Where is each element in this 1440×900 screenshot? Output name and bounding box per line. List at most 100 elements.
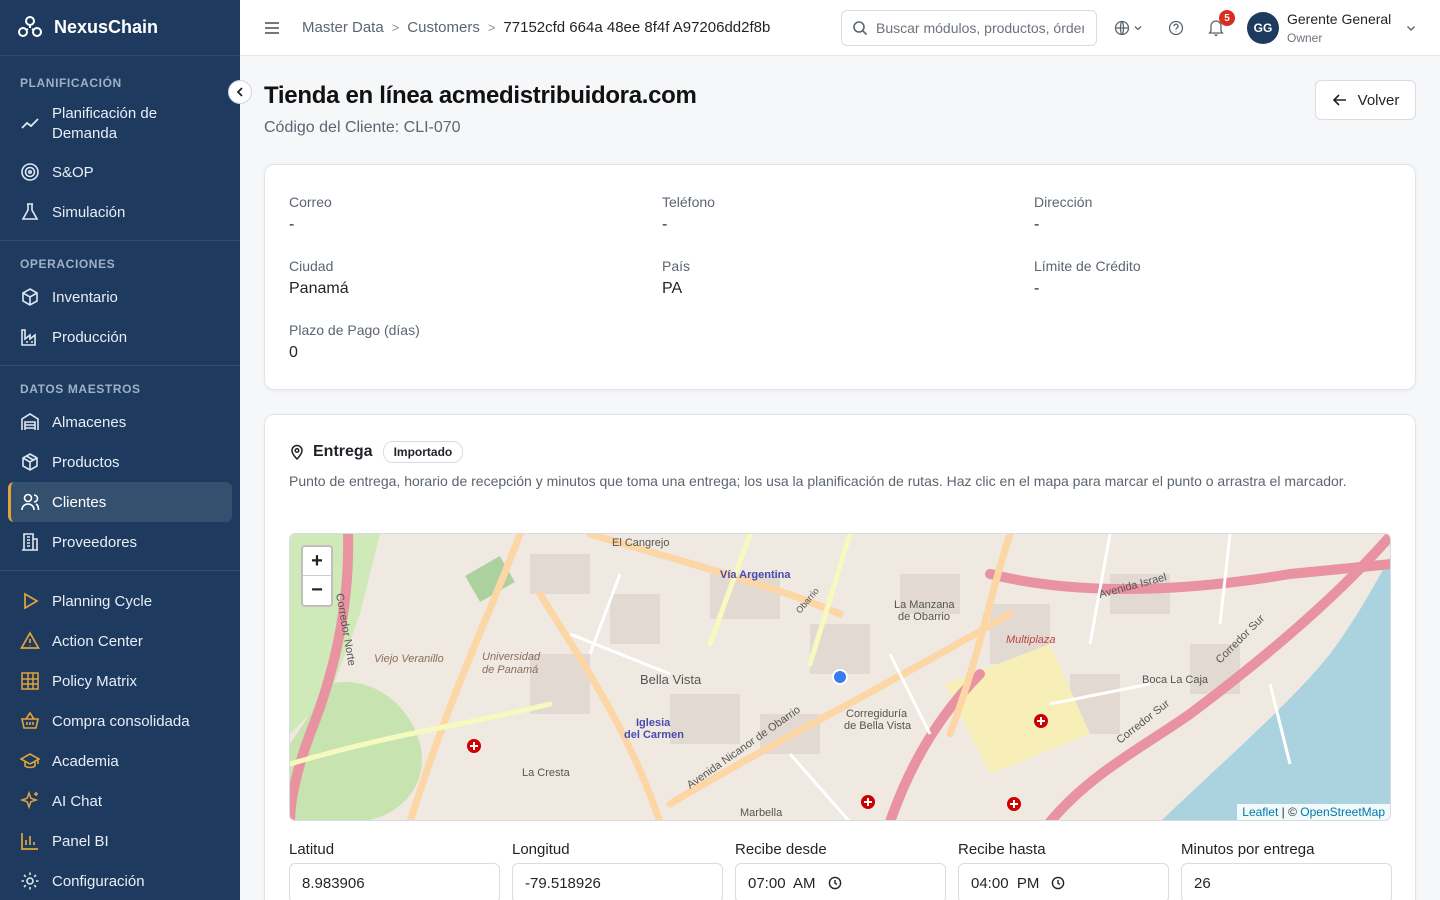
latitude-field: Latitud	[289, 841, 500, 900]
sidebar-item-planificacion-demanda[interactable]: Planificación de Demanda	[8, 96, 232, 152]
field-email: Correo -	[289, 194, 332, 234]
field-city: Ciudad Panamá	[289, 258, 349, 298]
factory-icon	[21, 329, 36, 346]
field-label: País	[662, 258, 691, 274]
user-name[interactable]: Gerente General	[1287, 11, 1391, 27]
latitude-input[interactable]	[302, 874, 442, 892]
field-label: Correo	[289, 194, 332, 210]
topbar: Master Data > Customers > 77152cfd 664a …	[240, 0, 1440, 56]
target-icon	[21, 163, 39, 181]
chevron-down-icon[interactable]	[1405, 22, 1417, 34]
sidebar-item-panel-bi[interactable]: Panel BI	[8, 821, 232, 861]
chevron-down-icon[interactable]	[1134, 24, 1142, 32]
back-button[interactable]: Volver	[1315, 80, 1416, 120]
sidebar-item-compra-consolidada[interactable]: Compra consolidada	[8, 701, 232, 741]
sidebar-item-clientes[interactable]: Clientes	[8, 482, 232, 522]
sidebar-item-policy-matrix[interactable]: Policy Matrix	[8, 661, 232, 701]
play-icon	[24, 592, 39, 610]
sidebar-item-ai-chat[interactable]: AI Chat	[8, 781, 232, 821]
avatar[interactable]: GG	[1247, 12, 1279, 44]
sidebar-item-label: AI Chat	[52, 792, 103, 810]
map-label: El Cangrejo	[612, 537, 669, 549]
sidebar: NexusChain PLANIFICACIÓN Planificación d…	[0, 0, 240, 900]
clock-icon[interactable]	[1051, 876, 1065, 890]
sidebar-item-simulacion[interactable]: Simulación	[8, 192, 232, 232]
sidebar-item-sop[interactable]: S&OP	[8, 152, 232, 192]
package-icon	[22, 288, 38, 306]
sidebar-item-label: Action Center	[52, 632, 143, 650]
sidebar-item-label: Productos	[52, 453, 120, 471]
delivery-card: Entrega Importado Punto de entrega, hora…	[264, 414, 1416, 900]
delivery-marker[interactable]	[832, 669, 848, 685]
form-label: Latitud	[289, 841, 335, 858]
sidebar-item-productos[interactable]: Productos	[8, 442, 232, 482]
time-value[interactable]: 04:00 PM	[971, 875, 1039, 892]
logo-icon	[18, 15, 42, 37]
map-label: de Obarrio	[898, 611, 950, 623]
minutes-input[interactable]	[1194, 874, 1334, 892]
sidebar-item-label: S&OP	[52, 163, 94, 181]
minutes-input-box[interactable]	[1181, 863, 1392, 900]
clock-icon[interactable]	[828, 876, 842, 890]
breadcrumb-customers[interactable]: Customers	[407, 19, 480, 36]
sidebar-item-proveedores[interactable]: Proveedores	[8, 522, 232, 562]
brand[interactable]: NexusChain	[0, 0, 240, 56]
breadcrumb-master-data[interactable]: Master Data	[302, 19, 384, 36]
sparkles-icon	[20, 791, 39, 810]
leaflet-link[interactable]: Leaflet	[1242, 805, 1278, 819]
sidebar-item-produccion[interactable]: Producción	[8, 317, 232, 357]
breadcrumb-current: 77152cfd 664a 48ee 8f4f A97206dd2f8b	[503, 19, 771, 36]
field-value: -	[1034, 216, 1040, 233]
sidebar-item-planning-cycle[interactable]: Planning Cycle	[8, 581, 232, 621]
time-value[interactable]: 07:00 AM	[748, 875, 816, 892]
longitude-input-box[interactable]	[512, 863, 723, 900]
map-label: Corregiduría	[846, 708, 908, 720]
menu-icon[interactable]	[262, 18, 282, 38]
breadcrumb: Master Data > Customers > 77152cfd 664a …	[302, 19, 770, 36]
field-value: -	[662, 216, 668, 233]
map-tiles[interactable]: El Cangrejo Bella Vista Universidad de P…	[290, 534, 1391, 821]
search-box[interactable]	[841, 10, 1097, 46]
longitude-input[interactable]	[525, 874, 665, 892]
sidebar-item-label: Almacenes	[52, 413, 127, 431]
field-label: Plazo de Pago (días)	[289, 322, 420, 338]
section-tools: Planning Cycle Action Center Policy Matr…	[0, 571, 240, 900]
trend-icon	[21, 118, 39, 129]
delivery-description: Punto de entrega, horario de recepción y…	[289, 473, 1347, 489]
latitude-input-box[interactable]	[289, 863, 500, 900]
receive-until-input[interactable]: 04:00 PM	[958, 863, 1169, 900]
map-label: Boca La Caja	[1142, 674, 1209, 686]
sidebar-item-label: Inventario	[52, 288, 118, 306]
section-heading: PLANIFICACIÓN	[20, 76, 122, 90]
zoom-out-button[interactable]: −	[303, 576, 331, 605]
delivery-title: Entrega	[313, 443, 373, 460]
sidebar-item-label: Simulación	[52, 203, 126, 221]
sidebar-item-label: Configuración	[52, 872, 145, 890]
collapse-sidebar-button[interactable]	[228, 80, 252, 104]
sidebar-item-label: Producción	[52, 328, 128, 346]
sidebar-item-action-center[interactable]: Action Center	[8, 621, 232, 661]
delivery-map[interactable]: El Cangrejo Bella Vista Universidad de P…	[289, 533, 1391, 821]
sidebar-item-label: Policy Matrix	[52, 672, 138, 690]
sidebar-item-academia[interactable]: Academia	[8, 741, 232, 781]
bar-chart-icon	[21, 833, 38, 850]
map-label: La Cresta	[522, 767, 571, 779]
form-label: Recibe desde	[735, 841, 827, 858]
sidebar-item-almacenes[interactable]: Almacenes	[8, 402, 232, 442]
globe-icon[interactable]	[1114, 20, 1130, 36]
receive-from-input[interactable]: 07:00 AM	[735, 863, 946, 900]
breadcrumb-separator-icon: >	[487, 20, 496, 35]
help-icon[interactable]	[1168, 20, 1184, 36]
building-icon	[22, 533, 38, 551]
zoom-in-button[interactable]: +	[303, 547, 331, 576]
field-address: Dirección -	[1034, 194, 1092, 234]
search-input[interactable]	[876, 20, 1084, 36]
sidebar-item-configuracion[interactable]: Configuración	[8, 861, 232, 900]
sidebar-item-label: Planning Cycle	[52, 592, 153, 610]
sidebar-item-inventario[interactable]: Inventario	[8, 277, 232, 317]
osm-link[interactable]: OpenStreetMap	[1300, 805, 1385, 819]
graduation-icon	[20, 753, 40, 769]
customer-info-card: Correo - Teléfono - Dirección - Ciudad P…	[264, 164, 1416, 390]
arrow-left-icon	[1332, 94, 1346, 106]
field-value: PA	[662, 280, 683, 297]
